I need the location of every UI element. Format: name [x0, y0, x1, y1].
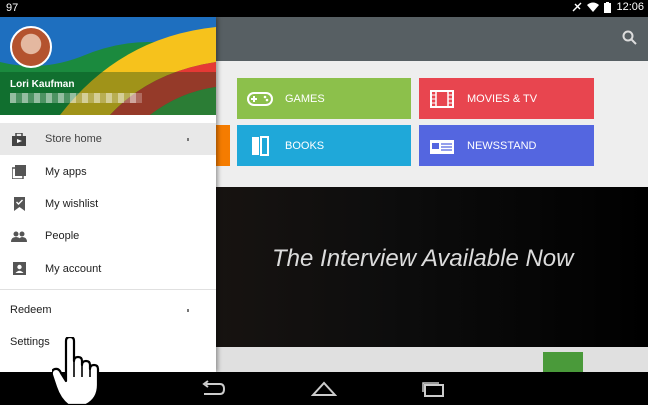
account-icon	[11, 261, 27, 277]
partial-tile	[214, 125, 230, 166]
drawer-divider	[0, 288, 216, 290]
home-icon[interactable]	[311, 380, 337, 397]
status-left-text: 97	[6, 2, 19, 14]
nav-item-label: Settings	[10, 335, 50, 348]
tile-newsstand-label: NEWSSTAND	[467, 139, 537, 152]
user-name: Lori Kaufman	[10, 79, 75, 90]
tile-movies-tv[interactable]: MOVIES & TV	[419, 78, 594, 119]
scroll-tick	[187, 138, 189, 141]
recent-apps-icon[interactable]	[421, 380, 445, 397]
nav-item-label: My wishlist	[45, 197, 99, 210]
nav-item-people[interactable]: People	[0, 220, 216, 252]
search-icon[interactable]	[622, 30, 638, 46]
store-home-icon	[11, 131, 27, 147]
tile-games-label: GAMES	[285, 92, 325, 105]
user-email-blurred	[10, 93, 142, 103]
nav-item-label: People	[45, 230, 80, 243]
drawer-header: Lori Kaufman	[0, 17, 216, 115]
green-button-partial	[543, 352, 583, 372]
nav-item-label: My apps	[45, 165, 87, 178]
hand-pointer-icon	[52, 337, 100, 405]
newsstand-icon	[429, 136, 455, 156]
scroll-tick	[187, 308, 189, 312]
banner-text: The Interview Available Now	[272, 245, 574, 272]
book-icon	[247, 135, 273, 156]
back-icon[interactable]	[200, 380, 226, 397]
nav-item-label: My account	[45, 262, 102, 275]
people-icon	[11, 228, 27, 244]
tile-books-label: BOOKS	[285, 139, 325, 152]
tile-games[interactable]: GAMES	[237, 78, 411, 119]
tile-newsstand[interactable]: NEWSSTAND	[419, 125, 594, 166]
no-notification-icon	[572, 2, 582, 12]
nav-item-my-apps[interactable]: My apps	[0, 155, 216, 187]
status-bar: 97 12:06	[0, 0, 648, 17]
nav-item-my-wishlist[interactable]: My wishlist	[0, 188, 216, 220]
wifi-icon	[587, 2, 600, 12]
nav-item-settings[interactable]: Settings	[0, 326, 216, 358]
battery-icon	[604, 1, 612, 13]
gamepad-icon	[247, 89, 273, 109]
avatar[interactable]	[10, 26, 52, 68]
nav-item-label: Redeem	[10, 303, 52, 316]
film-icon	[429, 89, 455, 109]
nav-item-store-home[interactable]: Store home	[0, 123, 216, 156]
nav-item-my-account[interactable]: My account	[0, 253, 216, 285]
my-apps-icon	[11, 164, 27, 180]
tile-movies-label: MOVIES & TV	[467, 92, 538, 105]
nav-item-label: Store home	[45, 133, 102, 146]
drawer-nav: Store home My apps My wishlist People My…	[0, 123, 216, 358]
nav-item-redeem[interactable]: Redeem	[0, 294, 216, 326]
status-time: 12:06	[616, 1, 644, 13]
wishlist-icon	[11, 196, 27, 212]
navigation-drawer: Lori Kaufman Store home My apps My wishl…	[0, 17, 216, 372]
tile-books[interactable]: BOOKS	[237, 125, 411, 166]
